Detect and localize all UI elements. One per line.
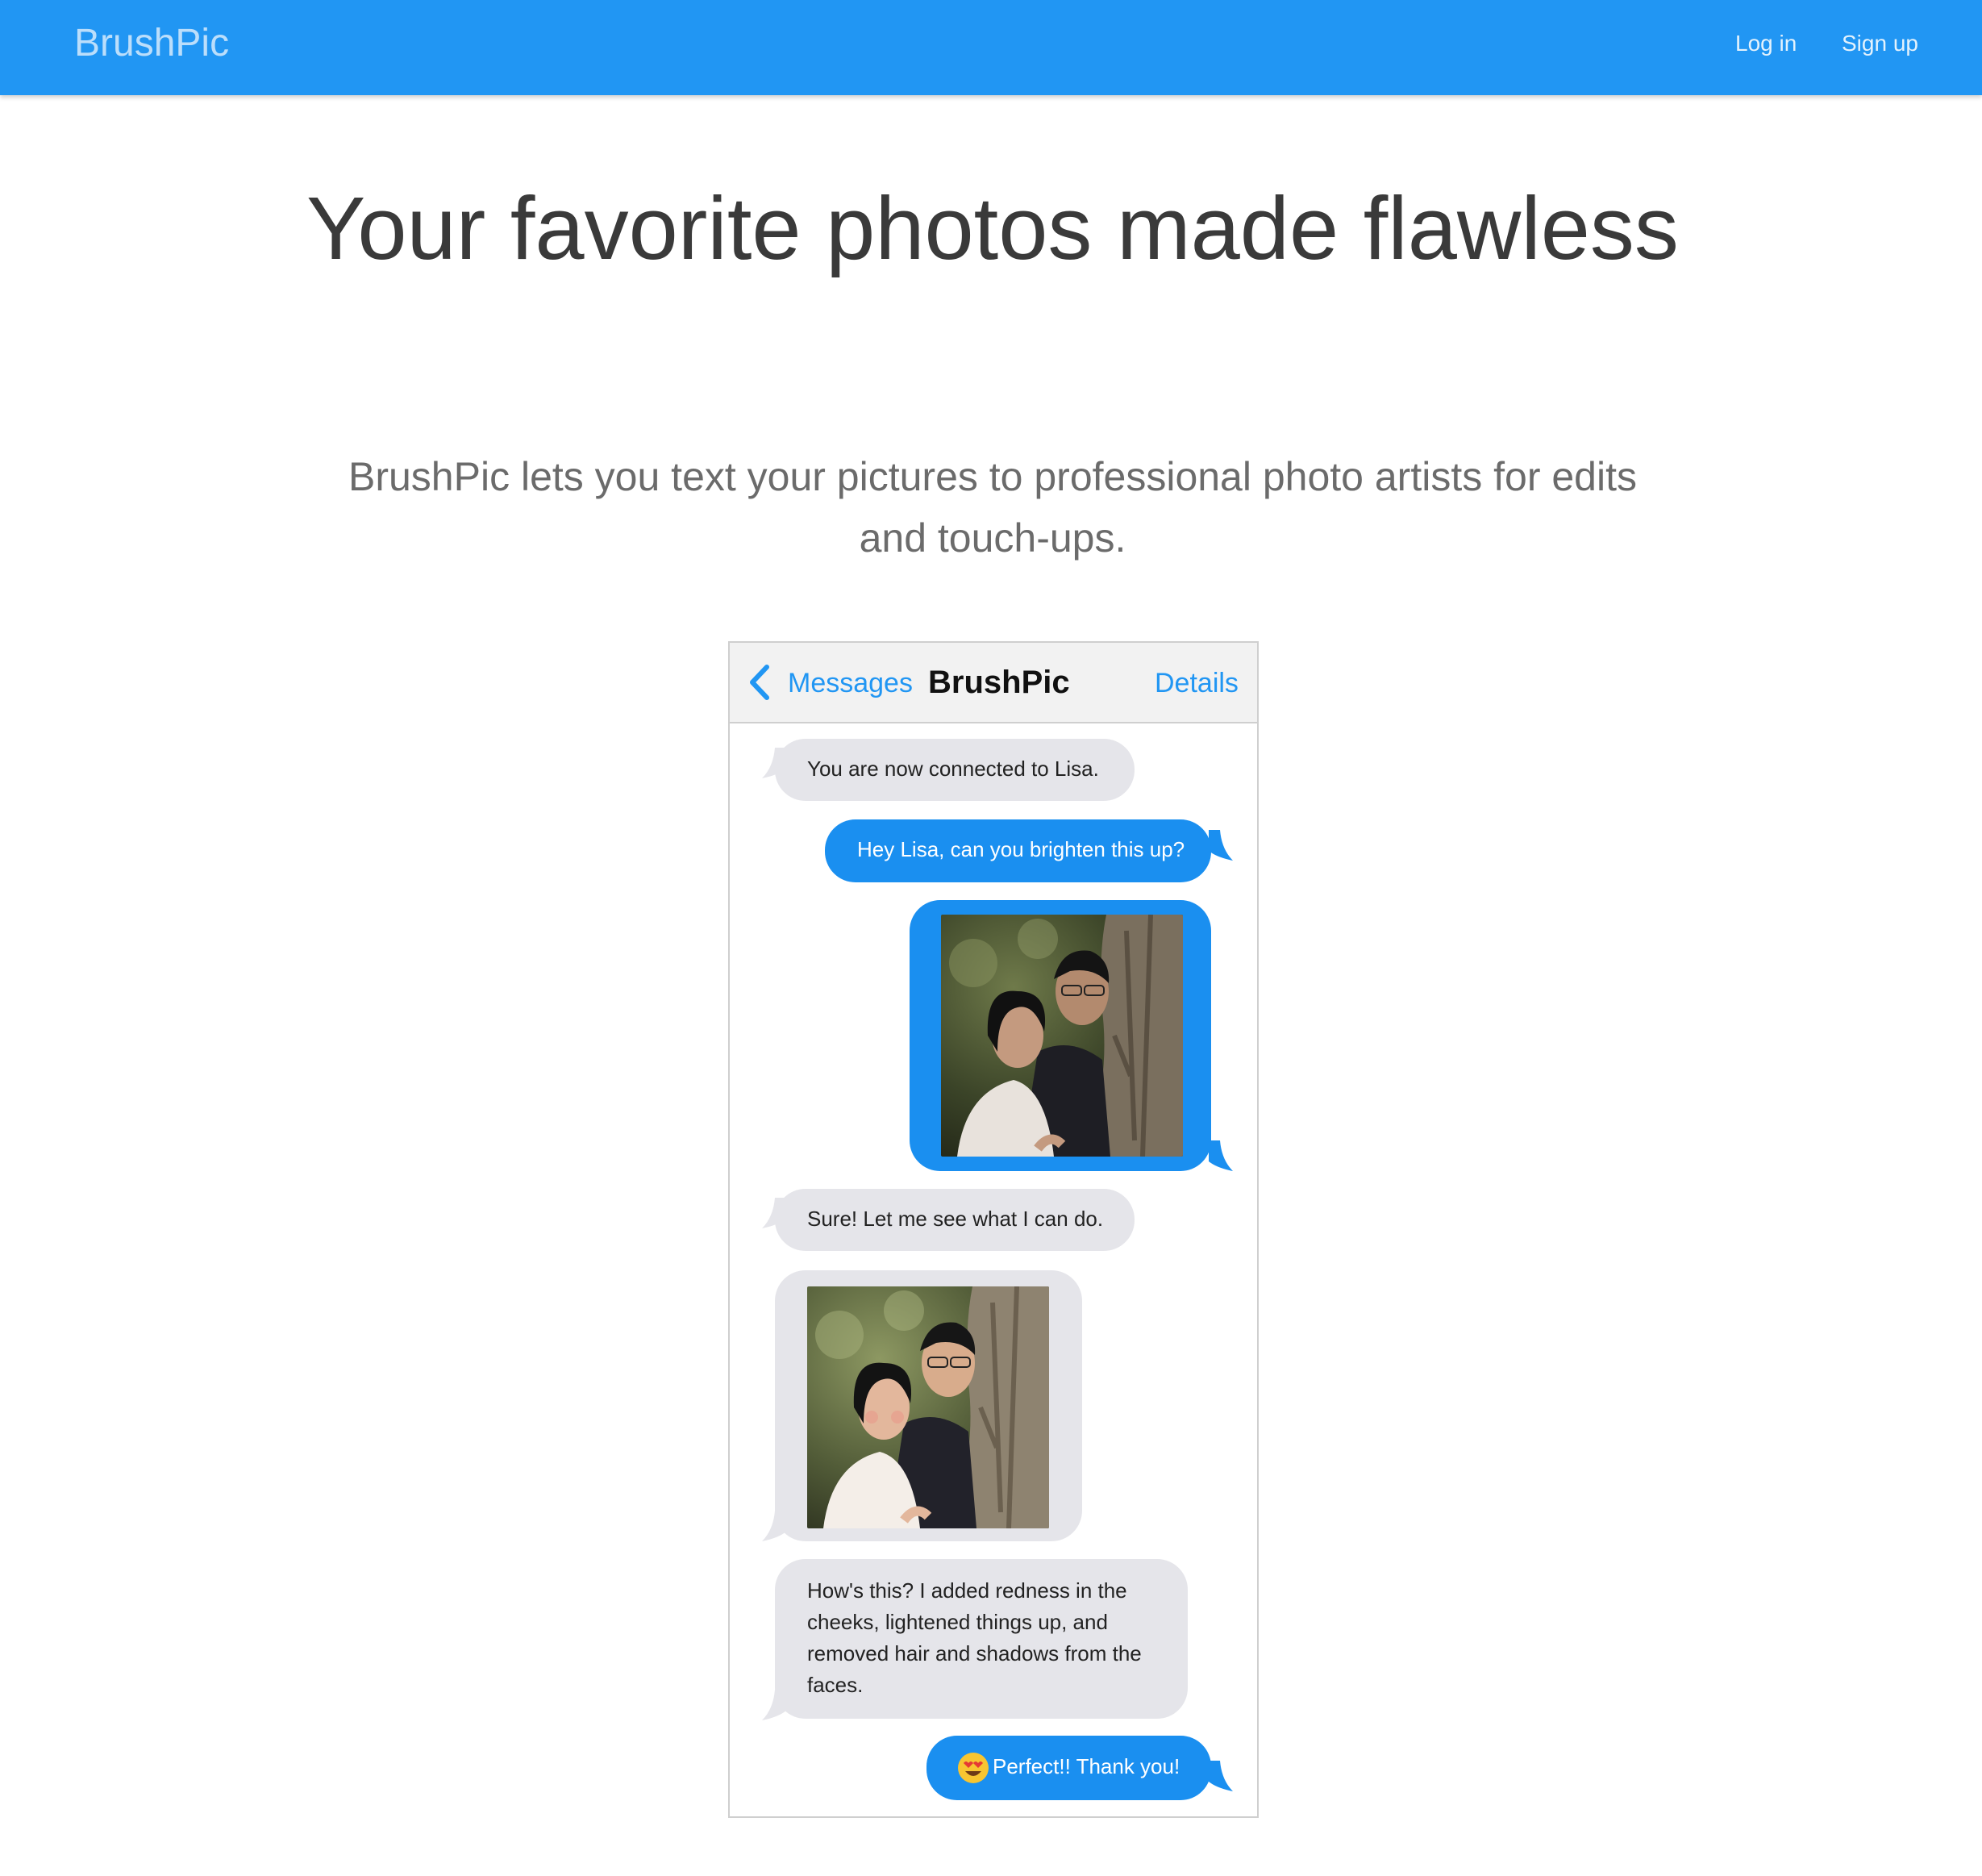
- chevron-left-icon[interactable]: [747, 664, 772, 701]
- original-photo-image[interactable]: [941, 915, 1183, 1157]
- message-bubble-outgoing: Hey Lisa, can you brighten this up?: [825, 819, 1211, 882]
- messages-header: Messages BrushPic Details: [730, 643, 1257, 723]
- message-text: Sure! Let me see what I can do.: [807, 1207, 1104, 1231]
- message-bubble-incoming: How's this? I added redness in the cheek…: [775, 1559, 1188, 1719]
- photo-bubble-incoming: [775, 1270, 1082, 1541]
- edited-photo-image[interactable]: [807, 1286, 1049, 1528]
- message-bubble-incoming: You are now connected to Lisa.: [775, 739, 1135, 801]
- phone-mockup: Messages BrushPic Details You are now co…: [728, 641, 1259, 1818]
- message-line: removed hair and shadows from the: [807, 1641, 1142, 1665]
- hero-headline: Your favorite photos made flawless: [306, 179, 1679, 278]
- signup-link[interactable]: Sign up: [1842, 29, 1918, 58]
- heart-eyes-emoji-icon: [958, 1753, 989, 1784]
- message-text: You are now connected to Lisa.: [807, 757, 1099, 781]
- message-line: cheeks, lightened things up, and: [807, 1610, 1108, 1634]
- brand-logo-link[interactable]: BrushPic: [74, 21, 229, 66]
- message-text-block: How's this? I added redness in the cheek…: [807, 1575, 1142, 1701]
- hero-subhead: BrushPic lets you text your pictures to …: [348, 454, 1637, 561]
- top-navbar: BrushPic Log in Sign up: [0, 0, 1982, 95]
- thread-title: BrushPic: [928, 665, 1070, 700]
- message-bubble-incoming: Sure! Let me see what I can do.: [775, 1189, 1135, 1251]
- details-link[interactable]: Details: [1155, 665, 1239, 701]
- message-bubble-outgoing: Perfect!! Thank you!: [926, 1736, 1211, 1800]
- message-text: Perfect!! Thank you!: [993, 1754, 1180, 1778]
- message-line: faces.: [807, 1673, 864, 1697]
- back-to-messages-link[interactable]: Messages: [788, 665, 913, 701]
- photo-bubble-outgoing: [910, 900, 1211, 1171]
- message-line: How's this? I added redness in the: [807, 1578, 1127, 1603]
- login-link[interactable]: Log in: [1735, 29, 1797, 58]
- message-text: Hey Lisa, can you brighten this up?: [857, 837, 1185, 861]
- message-content: Perfect!! Thank you!: [957, 1751, 1180, 1784]
